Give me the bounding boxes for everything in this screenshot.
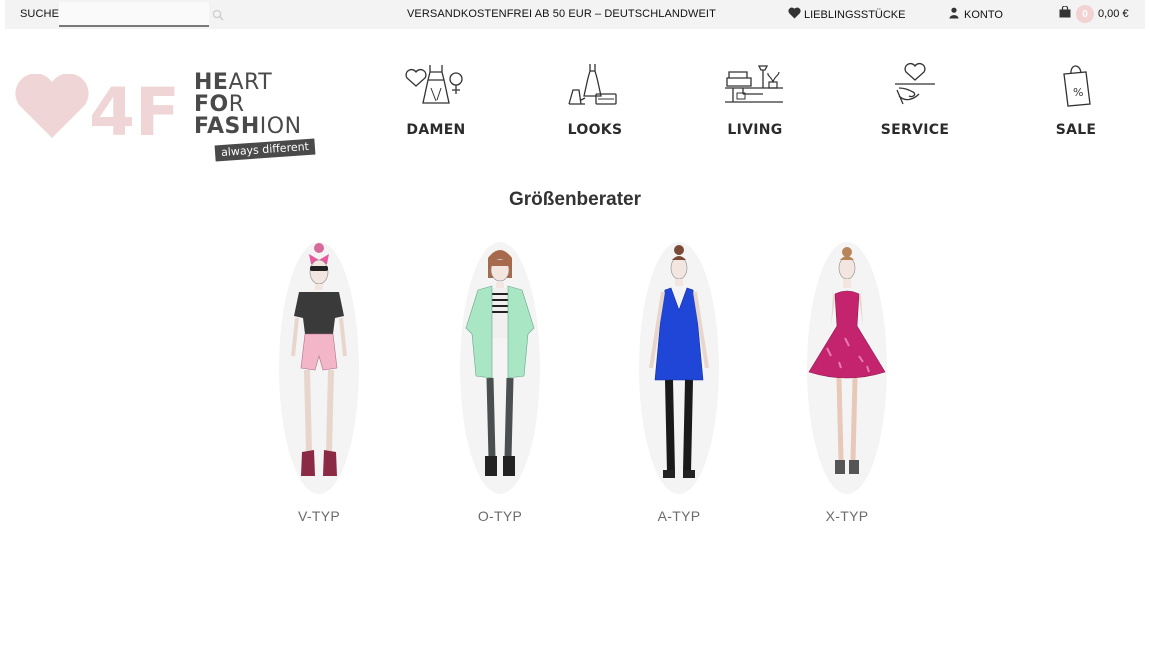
heart-hand-icon (895, 62, 935, 105)
type-card-o[interactable]: O-TYP (445, 238, 555, 524)
type-card-v[interactable]: V-TYP (264, 238, 374, 524)
nav-label-damen: DAMEN (406, 122, 466, 138)
svg-text:%: % (1073, 86, 1083, 99)
type-label-a: A-TYP (657, 508, 701, 524)
type-label-o: O-TYP (477, 508, 523, 524)
shopping-bag-icon (1059, 5, 1071, 23)
nav-label-living: LIVING (727, 122, 783, 138)
a-type-figure-image (639, 242, 719, 494)
outfit-icon (568, 64, 617, 105)
type-card-x[interactable]: X-TYP (792, 238, 902, 524)
nav-label-sale: SALE (1055, 122, 1097, 138)
logo-tagline: always different (214, 138, 316, 162)
search-icon[interactable] (212, 8, 226, 22)
account-label: KONTO (964, 8, 1003, 21)
nav-item-damen[interactable]: DAMEN (381, 60, 491, 138)
search-label: SUCHE (20, 8, 60, 20)
type-label-v: V-TYP (298, 508, 340, 524)
site-logo[interactable]: 4F HEART FOR FASHION always different (15, 70, 320, 165)
top-bar: SUCHE VERSANDKOSTENFREI AB 50 EUR – DEUT… (5, 0, 1145, 29)
type-card-a[interactable]: A-TYP (624, 238, 734, 524)
user-icon (949, 7, 959, 22)
cart-button[interactable]: 0 0,00 € (1059, 5, 1129, 23)
wishlist-link[interactable]: LIEBLINGSSTÜCKE (788, 7, 905, 22)
search-input[interactable] (59, 2, 209, 27)
nav-item-service[interactable]: SERVICE (860, 60, 970, 138)
logo-heart-mark: 4F (15, 74, 180, 144)
account-link[interactable]: KONTO (949, 7, 1003, 22)
nav-item-living[interactable]: LIVING (700, 60, 810, 138)
logo-line3-bold: FASH (194, 114, 260, 139)
nav-label-looks: LOOKS (567, 122, 623, 138)
sale-bag-icon: % (1063, 65, 1091, 107)
logo-mark-text: 4F (89, 74, 180, 144)
cart-count-badge: 0 (1076, 5, 1094, 23)
logo-line3-thin: ION (259, 114, 302, 139)
logo-wordmark: HEART FOR FASHION (194, 72, 302, 138)
type-label-x: X-TYP (825, 508, 869, 524)
wishlist-label: LIEBLINGSSTÜCKE (804, 8, 906, 21)
shipping-notice: VERSANDKOSTENFREI AB 50 EUR – DEUTSCHLAN… (407, 8, 716, 20)
heart-icon (788, 7, 801, 22)
cart-total: 0,00 € (1098, 8, 1129, 20)
nav-label-service: SERVICE (880, 122, 950, 138)
v-type-figure-image (279, 242, 359, 494)
nav-item-looks[interactable]: LOOKS (540, 60, 650, 138)
nav-item-sale[interactable]: % SALE (1021, 60, 1131, 138)
x-type-figure-image (807, 242, 887, 494)
dress-icon (405, 65, 463, 104)
o-type-figure-image (460, 242, 540, 494)
page-title: Größenberater (509, 189, 641, 210)
furniture-icon (725, 65, 783, 103)
